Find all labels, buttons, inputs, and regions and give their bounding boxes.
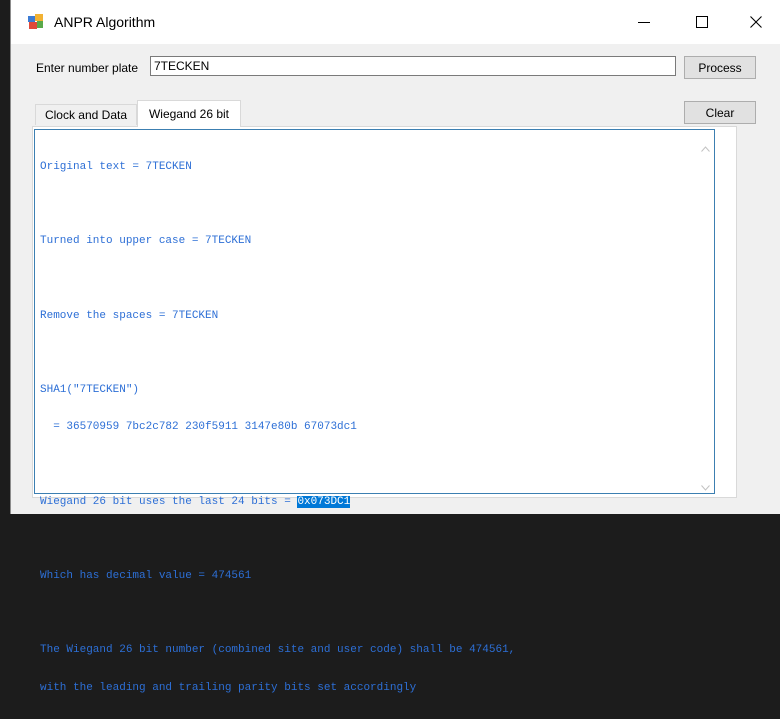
output-line-original: Original text = 7TECKEN bbox=[40, 160, 192, 173]
output-text: Original text = 7TECKEN Turned into uppe… bbox=[40, 136, 684, 719]
output-line-summary-2: with the leading and trailing parity bit… bbox=[40, 681, 417, 694]
close-button[interactable] bbox=[733, 0, 779, 44]
output-textbox[interactable]: Original text = 7TECKEN Turned into uppe… bbox=[34, 129, 715, 694]
output-line-sha1: SHA1("7TECKEN") bbox=[40, 384, 140, 397]
application-icon bbox=[27, 13, 44, 30]
output-line-spaces: Remove the spaces = 7TECKEN bbox=[40, 309, 219, 322]
output-line-uppercase: Turned into upper case = 7TECKEN bbox=[40, 235, 252, 248]
wiegand-prefix: Wiegand 26 bit uses the last 24 bits = bbox=[40, 495, 298, 508]
app-window: ANPR Algorithm Enter number plate Proces… bbox=[10, 0, 780, 694]
maximize-icon bbox=[696, 16, 708, 28]
output-line-summary-1: The Wiegand 26 bit number (combined site… bbox=[40, 644, 516, 657]
output-line-wiegand: Wiegand 26 bit uses the last 24 bits = 0… bbox=[40, 495, 684, 508]
number-plate-input[interactable] bbox=[150, 56, 676, 76]
chevron-down-icon[interactable] bbox=[701, 478, 710, 491]
minimize-button[interactable] bbox=[621, 0, 667, 44]
chevron-up-icon[interactable] bbox=[701, 139, 710, 152]
maximize-button[interactable] bbox=[679, 0, 725, 44]
selected-hex-value[interactable]: 0x073DC1 bbox=[297, 495, 351, 508]
close-icon bbox=[750, 16, 762, 28]
output-line-sha1-value: = 36570959 7bc2c782 230f5911 3147e80b 67… bbox=[40, 421, 357, 434]
output-line-decimal: Which has decimal value = 474561 bbox=[40, 570, 252, 583]
plate-label: Enter number plate bbox=[36, 61, 139, 75]
vertical-scrollbar[interactable] bbox=[698, 131, 713, 492]
title-bar[interactable]: ANPR Algorithm bbox=[11, 0, 780, 44]
tab-clock-and-data[interactable]: Clock and Data bbox=[35, 104, 137, 125]
process-button[interactable]: Process bbox=[684, 56, 756, 79]
minimize-icon bbox=[638, 22, 650, 23]
window-title: ANPR Algorithm bbox=[54, 14, 156, 30]
tab-wiegand-26-bit[interactable]: Wiegand 26 bit bbox=[137, 100, 241, 127]
clear-button[interactable]: Clear bbox=[684, 101, 756, 124]
